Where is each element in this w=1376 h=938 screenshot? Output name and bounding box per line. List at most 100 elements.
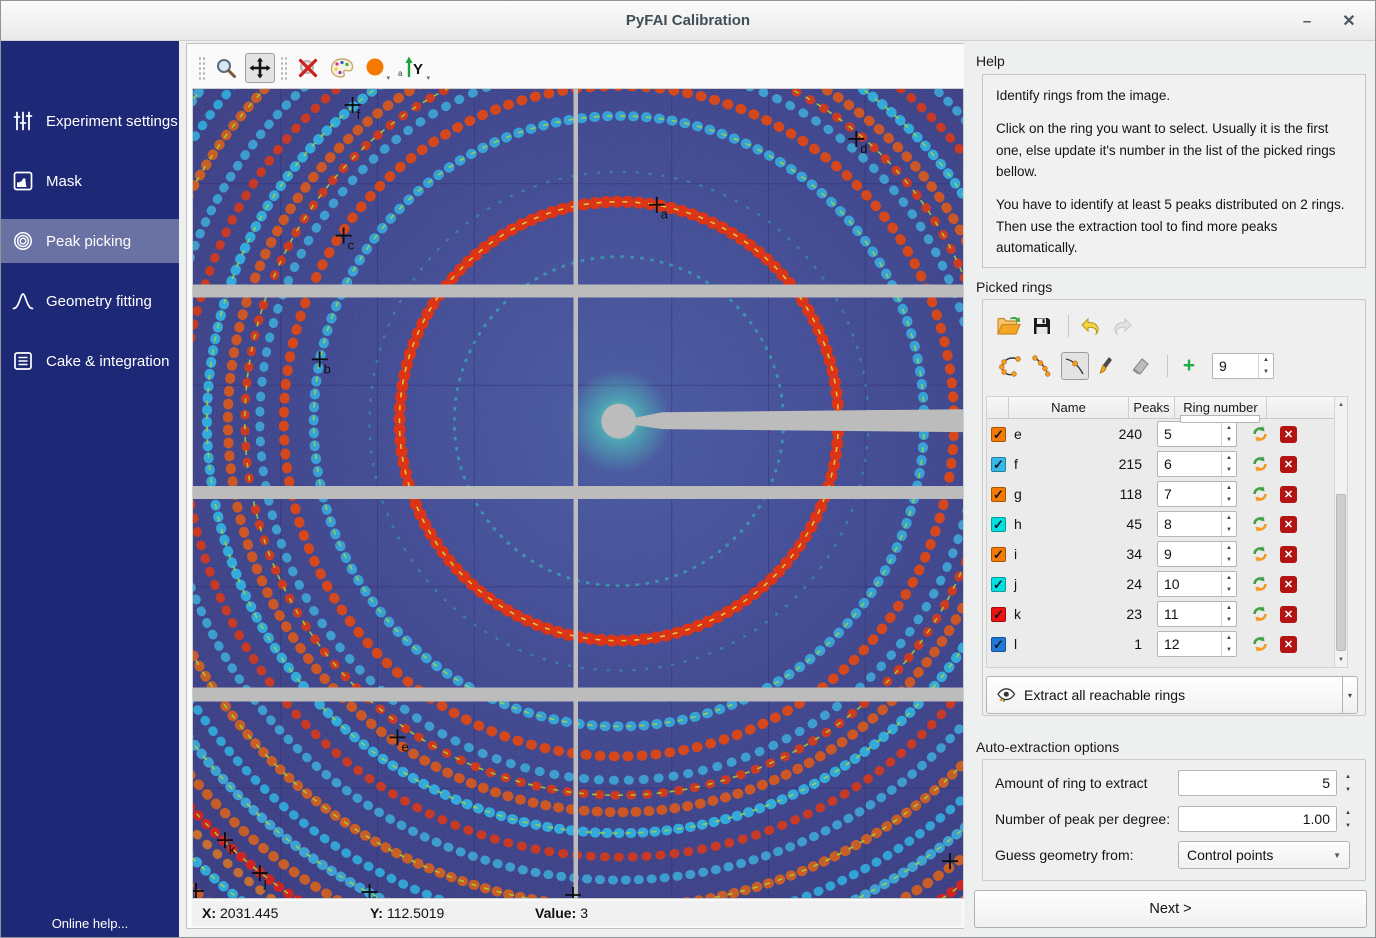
spin-down-icon[interactable]: ▼ (1222, 524, 1236, 536)
sidebar-item-peak-picking[interactable]: Peak picking (1, 219, 179, 263)
pick-arc-icon[interactable] (1028, 352, 1056, 380)
pan-icon[interactable] (245, 53, 275, 83)
clear-zoom-icon[interactable] (293, 53, 323, 83)
spin-down-icon[interactable]: ▼ (1222, 584, 1236, 596)
undo-icon[interactable] (1076, 312, 1104, 340)
zoom-icon[interactable] (211, 53, 241, 83)
toolbar-separator (1068, 315, 1069, 337)
ring-refresh-icon[interactable] (1251, 575, 1269, 593)
ring-delete-icon[interactable]: ✕ (1280, 486, 1297, 503)
ring-refresh-icon[interactable] (1251, 455, 1269, 473)
ring-name: j (1006, 576, 1105, 592)
spin-down-icon[interactable]: ▼ (1222, 494, 1236, 506)
sidebar-item-mask[interactable]: Mask (1, 159, 179, 203)
ring-refresh-icon[interactable] (1251, 425, 1269, 443)
sidebar-item-experiment-settings[interactable]: Experiment settings (1, 99, 179, 143)
ring-refresh-icon[interactable] (1251, 485, 1269, 503)
spin-down-icon[interactable]: ▼ (1222, 554, 1236, 566)
amount-of-rings-spinbox[interactable]: 5 (1178, 770, 1337, 796)
toolbar-grip[interactable] (280, 56, 288, 80)
spin-up-icon[interactable]: ▲ (1341, 806, 1355, 819)
spin-down-icon[interactable]: ▼ (1222, 644, 1236, 656)
redo-icon[interactable] (1109, 312, 1137, 340)
ring-visible-checkbox[interactable]: ✓ (991, 487, 1006, 502)
spin-down-icon[interactable]: ▼ (1341, 819, 1355, 832)
ring-delete-icon[interactable]: ✕ (1280, 636, 1297, 653)
ring-number-cell: 5▲▼ (1157, 421, 1237, 447)
spin-down-icon[interactable]: ▼ (1222, 614, 1236, 626)
spin-down-icon[interactable]: ▼ (1341, 783, 1355, 796)
spin-up-icon[interactable]: ▲ (1222, 452, 1236, 464)
ring-number-spinbox[interactable]: 12▲▼ (1157, 631, 1237, 657)
diffraction-image-canvas[interactable]: abcdefhjk (192, 88, 964, 899)
spin-up-icon[interactable]: ▲ (1259, 354, 1273, 366)
ring-number-spinbox[interactable]: 9▲▼ (1157, 541, 1237, 567)
new-ring-number-spinbox[interactable]: 9 ▲ ▼ (1212, 353, 1274, 379)
ring-visible-checkbox[interactable]: ✓ (991, 637, 1006, 652)
toolbar-grip[interactable] (198, 56, 206, 80)
table-scrollbar[interactable]: ▲ ▼ (1334, 397, 1347, 667)
ring-number-spinbox[interactable]: 10▲▼ (1157, 571, 1237, 597)
add-icon[interactable]: + (1175, 352, 1203, 380)
help-title: Help (976, 53, 1005, 69)
pick-ring-icon[interactable] (995, 352, 1023, 380)
ring-number-spinbox[interactable]: 6▲▼ (1157, 451, 1237, 477)
spin-down-icon[interactable]: ▼ (1259, 366, 1273, 378)
close-button[interactable]: ✕ (1335, 7, 1363, 35)
ring-delete-icon[interactable]: ✕ (1280, 576, 1297, 593)
ring-refresh-icon[interactable] (1251, 515, 1269, 533)
scrollbar-thumb[interactable] (1336, 494, 1346, 651)
ring-delete-icon[interactable]: ✕ (1280, 546, 1297, 563)
minimize-button[interactable]: – (1293, 7, 1321, 35)
marker-color-icon[interactable]: ▾ (361, 53, 391, 83)
ring-refresh-icon[interactable] (1251, 605, 1269, 623)
ring-number-spinbox[interactable]: 7▲▼ (1157, 481, 1237, 507)
scroll-down-icon[interactable]: ▼ (1335, 652, 1347, 667)
spin-up-icon[interactable]: ▲ (1222, 512, 1236, 524)
brush-icon[interactable] (1094, 352, 1122, 380)
palette-icon[interactable] (327, 53, 357, 83)
ring-refresh-icon[interactable] (1251, 545, 1269, 563)
open-icon[interactable] (995, 312, 1023, 340)
ring-visible-checkbox[interactable]: ✓ (991, 517, 1006, 532)
ring-visible-checkbox[interactable]: ✓ (991, 547, 1006, 562)
ring-refresh-icon[interactable] (1251, 635, 1269, 653)
eraser-icon[interactable] (1127, 352, 1155, 380)
ring-number-spinbox[interactable]: 11▲▼ (1157, 601, 1237, 627)
ring-delete-icon[interactable]: ✕ (1280, 456, 1297, 473)
spin-up-icon[interactable]: ▲ (1222, 572, 1236, 584)
scroll-up-icon[interactable]: ▲ (1335, 397, 1347, 412)
extract-rings-button[interactable]: Extract all reachable rings (986, 676, 1343, 714)
ring-delete-icon[interactable]: ✕ (1280, 606, 1297, 623)
spin-up-icon[interactable]: ▲ (1222, 542, 1236, 554)
peaks-per-degree-spinbox[interactable]: 1.00 (1178, 806, 1337, 832)
spin-up-icon[interactable]: ▲ (1222, 632, 1236, 644)
sidebar-item-geometry-fitting[interactable]: Geometry fitting (1, 279, 179, 323)
ring-visible-checkbox[interactable]: ✓ (991, 607, 1006, 622)
ring-visible-checkbox[interactable]: ✓ (991, 577, 1006, 592)
spin-down-icon[interactable]: ▼ (1222, 464, 1236, 476)
sidebar-item-cake-integration[interactable]: Cake & integration (1, 339, 179, 383)
spin-up-icon[interactable]: ▲ (1222, 422, 1236, 434)
pick-peak-icon[interactable] (1061, 352, 1089, 380)
online-help-link[interactable]: Online help... (1, 916, 179, 931)
column-header-visibility[interactable] (987, 397, 1009, 418)
next-button[interactable]: Next > (974, 890, 1367, 928)
extract-rings-dropdown[interactable]: ▾ (1343, 676, 1358, 714)
ring-visible-checkbox[interactable]: ✓ (991, 427, 1006, 442)
y-axis-orientation-icon[interactable]: a Y ▾ (395, 53, 431, 83)
spin-down-icon[interactable]: ▼ (1222, 434, 1236, 446)
ring-visible-checkbox[interactable]: ✓ (991, 457, 1006, 472)
ring-number-spinbox[interactable]: 5▲▼ (1157, 421, 1237, 447)
ring-number-cell: 10▲▼ (1157, 571, 1237, 597)
spin-up-icon[interactable]: ▲ (1222, 602, 1236, 614)
guess-geometry-combobox[interactable]: Control points ▼ (1178, 841, 1350, 869)
ring-number-spinbox[interactable]: 8▲▼ (1157, 511, 1237, 537)
ring-delete-icon[interactable]: ✕ (1280, 516, 1297, 533)
ring-delete-icon[interactable]: ✕ (1280, 426, 1297, 443)
column-header-peaks[interactable]: Peaks (1129, 397, 1175, 418)
spin-up-icon[interactable]: ▲ (1341, 770, 1355, 783)
save-icon[interactable] (1028, 312, 1056, 340)
spin-up-icon[interactable]: ▲ (1222, 482, 1236, 494)
column-header-name[interactable]: Name (1009, 397, 1129, 418)
